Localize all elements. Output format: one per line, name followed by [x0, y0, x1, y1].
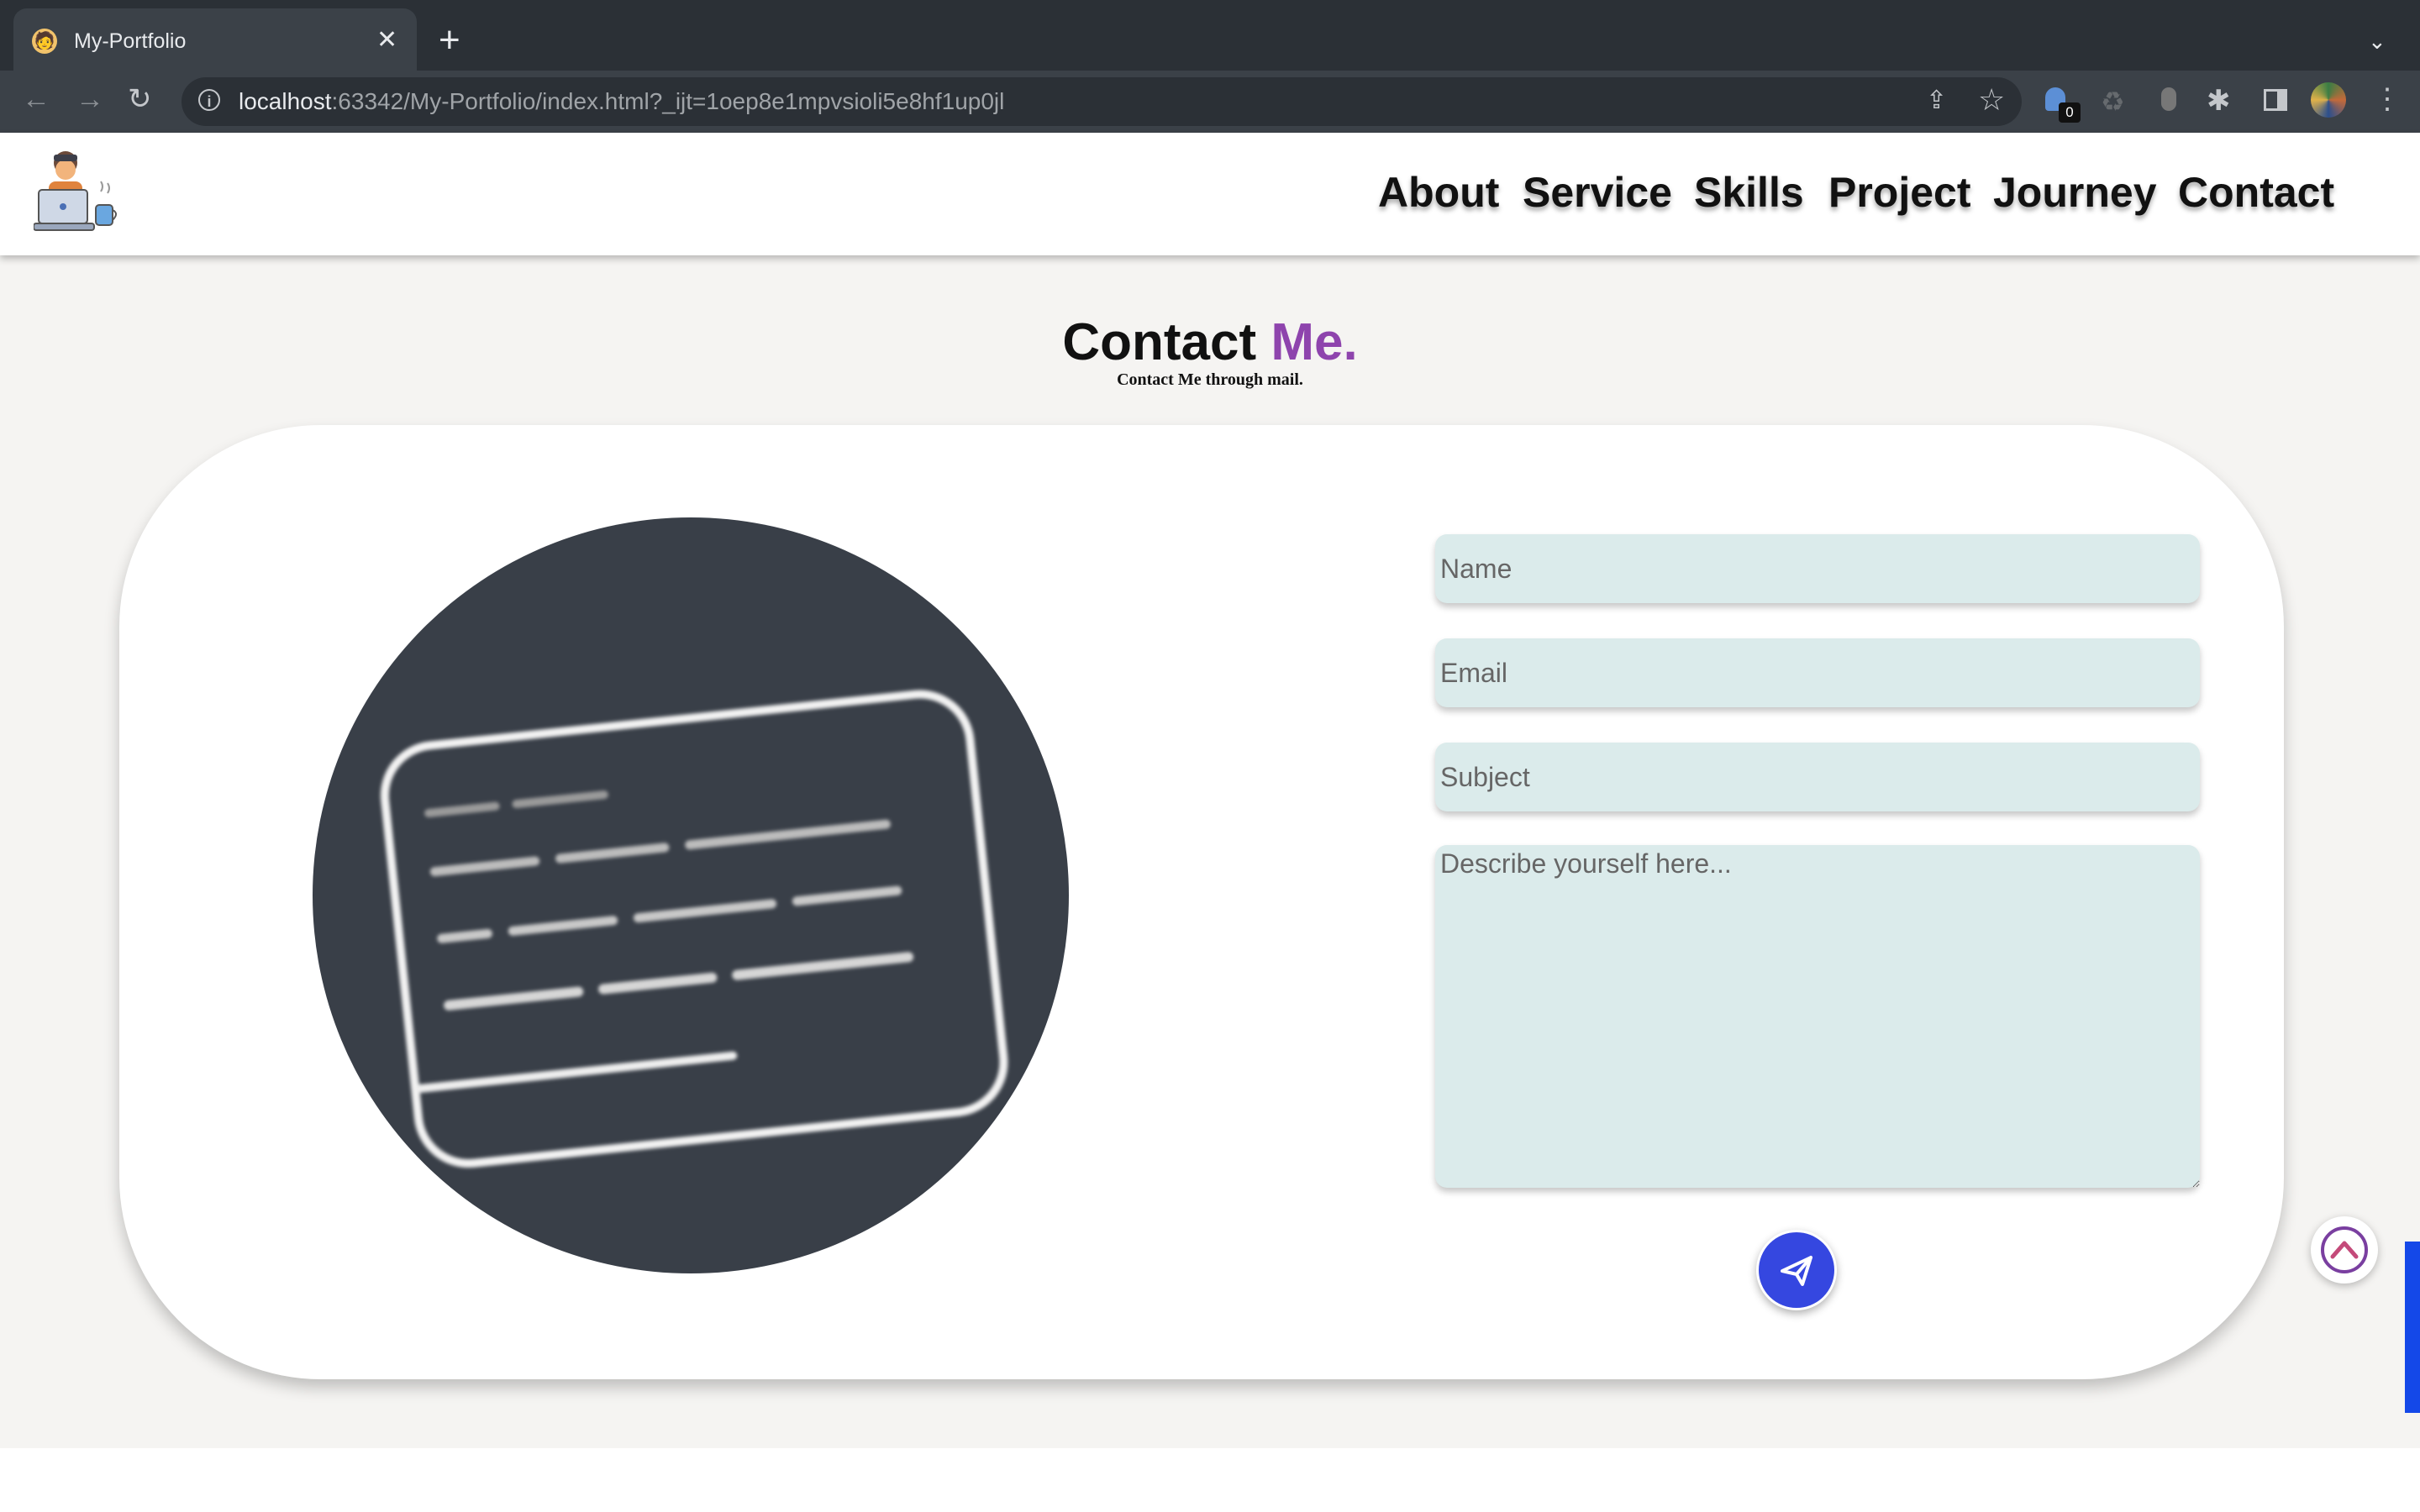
tab-title: My-Portfolio [74, 29, 187, 53]
send-button[interactable] [1756, 1230, 1837, 1310]
scroll-to-top-button[interactable] [2311, 1216, 2378, 1284]
url-host: localhost [239, 88, 332, 114]
section-title-accent: Me. [1270, 313, 1358, 371]
profile-avatar[interactable] [2311, 82, 2346, 118]
paper-plane-icon [1781, 1256, 1812, 1286]
section-title-main: Contact [1062, 313, 1257, 371]
chevron-up-icon [2321, 1226, 2368, 1273]
new-tab-button[interactable]: + [439, 20, 460, 60]
info-icon[interactable]: i [198, 89, 220, 111]
nav-link-skills[interactable]: Skills [1694, 166, 1804, 218]
email-input[interactable] [1435, 638, 2200, 707]
nav-link-journey[interactable]: Journey [1993, 166, 2157, 218]
forward-icon[interactable]: → [76, 82, 104, 116]
contact-card-illustration [313, 517, 1069, 1273]
recycle-extension-icon[interactable]: ♻ [2101, 86, 2125, 118]
url-path: :63342/My-Portfolio/index.html?_ijt=1oep… [331, 88, 1005, 114]
nav-link-about[interactable]: About [1378, 166, 1499, 218]
developer-logo-icon[interactable] [34, 144, 121, 239]
share-icon[interactable]: ⇪ [1926, 86, 1947, 115]
nav-link-contact[interactable]: Contact [2178, 166, 2334, 218]
extension-icon-secondary[interactable] [2161, 87, 2176, 111]
nav-link-project[interactable]: Project [1828, 166, 1971, 218]
name-input[interactable] [1435, 534, 2200, 603]
message-textarea[interactable] [1435, 845, 2200, 1188]
url-text[interactable]: localhost:63342/My-Portfolio/index.html?… [239, 86, 1004, 118]
scrollbar-thumb[interactable] [2405, 1242, 2420, 1413]
tab-search-icon[interactable]: ⌄ [2368, 29, 2386, 54]
favicon-icon: 🧑 [32, 29, 57, 54]
reload-icon[interactable]: ↻ [128, 82, 152, 116]
puzzle-icon[interactable]: ✱ [2207, 84, 2231, 118]
side-panel-icon[interactable] [2264, 89, 2287, 111]
close-tab-icon[interactable]: ✕ [376, 25, 397, 55]
nav-link-service[interactable]: Service [1523, 166, 1672, 218]
subject-input[interactable] [1435, 743, 2200, 811]
back-icon[interactable]: ← [22, 82, 50, 116]
star-icon[interactable]: ☆ [1978, 82, 2005, 118]
extension-badge: 0 [2059, 102, 2081, 123]
section-title: Contact Me. [0, 312, 2420, 373]
section-subtitle: Contact Me through mail. [1117, 370, 1303, 389]
page-bottom-strip [0, 1448, 2420, 1512]
menu-icon[interactable]: ⋮ [2373, 82, 2402, 116]
